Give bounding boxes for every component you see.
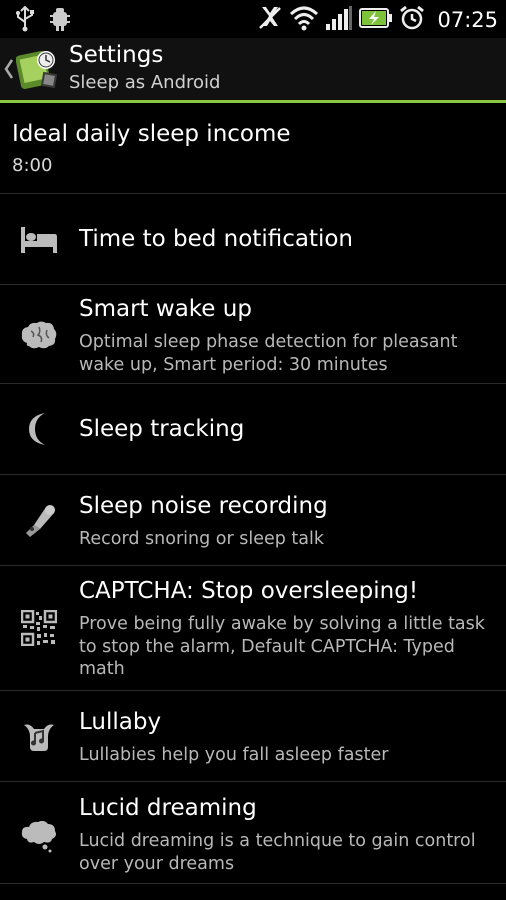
microphone-icon — [18, 501, 60, 543]
setting-title: Lucid dreaming — [79, 795, 257, 821]
mute-icon — [257, 4, 283, 36]
lullaby-icon — [18, 715, 60, 757]
usb-icon — [14, 5, 36, 36]
setting-time-to-bed-notification[interactable]: Time to bed notification — [0, 194, 506, 285]
setting-sleep-noise-recording[interactable]: Sleep noise recording Record snoring or … — [0, 475, 506, 566]
setting-summary: Record snoring or sleep talk — [79, 529, 324, 549]
setting-sleep-tracking[interactable]: Sleep tracking — [0, 384, 506, 475]
setting-lucid-dreaming[interactable]: Lucid dreaming Lucid dreaming is a techn… — [0, 782, 506, 884]
status-bar: 07:25 — [0, 0, 506, 38]
setting-title: Smart wake up — [79, 296, 252, 322]
setting-title: CAPTCHA: Stop oversleeping! — [79, 578, 419, 604]
action-bar: Settings Sleep as Android — [0, 38, 506, 100]
setting-title: Lullaby — [79, 709, 162, 735]
page-title: Settings — [69, 42, 164, 68]
brain-icon — [18, 315, 60, 357]
setting-title: Ideal daily sleep income — [12, 121, 291, 147]
setting-captcha[interactable]: CAPTCHA: Stop oversleeping! Prove being … — [0, 566, 506, 691]
clock: 07:25 — [437, 8, 498, 32]
setting-smart-wake-up[interactable]: Smart wake up Optimal sleep phase detect… — [0, 285, 506, 384]
setting-lullaby[interactable]: Lullaby Lullabies help you fall asleep f… — [0, 691, 506, 782]
alarm-clock-icon — [399, 5, 425, 35]
setting-summary: Prove being fully awake by solving a lit… — [79, 614, 485, 679]
setting-summary: Lucid dreaming is a technique to gain co… — [79, 831, 476, 874]
setting-summary: Lullabies help you fall asleep faster — [79, 745, 389, 765]
signal-icon — [325, 5, 353, 35]
back-chevron-icon[interactable] — [4, 58, 14, 84]
setting-ideal-daily-sleep-income[interactable]: Ideal daily sleep income 8:00 — [0, 103, 506, 194]
battery-charging-icon — [359, 7, 393, 33]
thought-cloud-icon — [18, 814, 60, 856]
app-logo-icon[interactable] — [15, 47, 60, 91]
debug-icon — [48, 6, 72, 36]
qr-code-icon — [18, 607, 60, 649]
setting-title: Sleep tracking — [79, 416, 245, 442]
setting-title: Time to bed notification — [79, 226, 354, 252]
bed-icon — [18, 219, 60, 261]
setting-title: Sleep noise recording — [79, 493, 328, 519]
moon-icon — [18, 408, 60, 450]
setting-summary: Optimal sleep phase detection for pleasa… — [79, 332, 458, 375]
page-subtitle: Sleep as Android — [69, 72, 221, 93]
setting-summary: 8:00 — [12, 155, 53, 176]
wifi-icon — [289, 5, 319, 35]
